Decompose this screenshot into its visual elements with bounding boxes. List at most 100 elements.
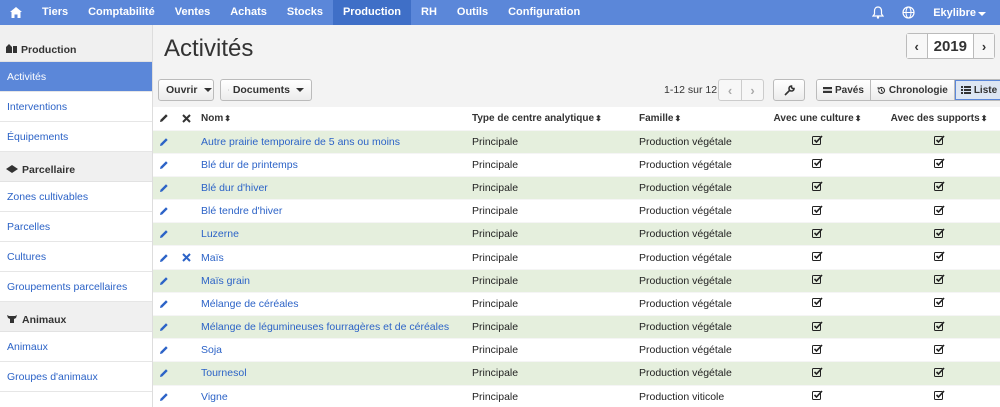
delete-cell [175,314,197,339]
nav-item-stocks[interactable]: Stocks [277,0,333,25]
sidebar-item[interactable]: Groupements parcellaires [0,272,152,302]
previous-page-button[interactable]: ‹ [719,80,741,100]
view-tiles-button[interactable]: Pavés [817,80,870,100]
sidebar-item[interactable]: Activités [0,62,152,92]
edit-icon[interactable] [157,345,171,355]
checked-box-icon [933,251,945,264]
land-icon [6,164,18,176]
with-support-cell [878,199,1000,223]
sidebar-item[interactable]: Animaux [0,332,152,362]
sidebar: Production Activités Interventions Équipeme… [0,25,153,407]
with-support-column-header[interactable]: Avec des supports⬍ [878,107,1000,130]
activity-name-link[interactable]: Autre prairie temporaire de 5 ans ou moi… [197,129,468,154]
sort-icon: ⬍ [980,113,988,123]
edit-icon[interactable] [157,229,171,239]
cost-center-cell: Principale [468,175,635,200]
cost-center-cell: Principale [468,361,635,386]
with-crop-column-header[interactable]: Avec une culture⬍ [757,107,878,130]
edit-icon[interactable] [157,160,171,170]
name-column-header[interactable]: Nom⬍ [197,107,468,130]
family-header-label: Famille [639,112,674,124]
view-timeline-button[interactable]: Chronologie [869,80,954,100]
chevron-right-icon: › [981,38,987,54]
nav-item-comptabilite[interactable]: Comptabilité [78,0,165,25]
edit-cell [153,222,175,246]
table-row: Blé tendre d'hiver Principale Production v… [153,199,1000,223]
activity-name-link[interactable]: Maïs [197,245,468,270]
table-row: Luzerne Principale Production végétale [153,222,1000,246]
sidebar-item[interactable]: Cultures [0,242,152,272]
close-icon [181,114,191,123]
edit-icon[interactable] [157,392,171,402]
pagination-info: 1-12 sur 12 [664,84,718,96]
chevron-down-icon [203,88,212,92]
edit-cell [153,175,175,200]
documents-button[interactable]: Documents [220,79,312,101]
table-row: Mélange de céréales Principale Production … [153,291,1000,316]
previous-year-button[interactable]: ‹ [906,34,927,58]
edit-cell [153,291,175,316]
delete-cell [175,152,197,177]
nav-item-ventes[interactable]: Ventes [165,0,220,25]
table-row: Soja Principale Production végétale [153,338,1000,362]
activities-table: Nom⬍ Type de centre analytique⬍ Famille⬍… [153,107,1000,407]
nav-item-outils[interactable]: Outils [447,0,498,25]
sidebar-item[interactable]: Parcelles [0,212,152,242]
pagination: ‹ › [718,79,764,101]
cost-center-cell: Principale [468,129,635,154]
checked-box-icon [933,181,945,194]
view-list-button[interactable]: Liste [953,80,1000,100]
chevron-left-icon: ‹ [914,38,919,54]
cost-center-cell: Principale [468,222,635,246]
activity-name-link[interactable]: Mélange de céréales [197,291,468,316]
edit-icon[interactable] [157,253,171,263]
activity-name-link[interactable]: Vigne [197,384,468,407]
activity-name-link[interactable]: Blé dur d'hiver [197,175,468,200]
bell-icon[interactable] [863,0,893,25]
sidebar-item[interactable]: Équipements [0,122,152,152]
delete-icon[interactable] [179,253,193,262]
settings-button[interactable] [773,79,805,101]
edit-icon[interactable] [157,368,171,378]
user-menu[interactable]: Ekylibre [923,7,1000,19]
with-crop-cell [757,129,878,154]
edit-icon[interactable] [157,276,171,286]
activity-name-link[interactable]: Tournesol [197,361,468,386]
activity-name-link[interactable]: Soja [197,338,468,362]
activity-name-link[interactable]: Blé tendre d'hiver [197,199,468,223]
sidebar-item[interactable]: Zones cultivables [0,182,152,212]
home-icon[interactable] [0,0,32,25]
nav-item-configuration[interactable]: Configuration [498,0,590,25]
nav-item-tiers[interactable]: Tiers [32,0,78,25]
nav-item-achats[interactable]: Achats [220,0,277,25]
next-year-button[interactable]: › [974,34,994,58]
year-selector: ‹ 2019 › [905,33,995,59]
activity-name-link[interactable]: Mélange de légumineuses fourragères et d… [197,314,468,339]
checked-box-icon [933,367,945,380]
open-button[interactable]: Ouvrir [158,79,214,101]
open-label: Ouvrir [166,84,198,96]
with-support-cell [878,361,1000,386]
sidebar-item[interactable]: Interventions [0,92,152,122]
cost-center-column-header[interactable]: Type de centre analytique⬍ [468,107,635,130]
activity-name-link[interactable]: Luzerne [197,222,468,246]
nav-item-production[interactable]: Production [332,0,412,25]
chevron-down-icon [978,11,986,16]
edit-icon[interactable] [157,206,171,216]
with-support-cell [878,268,1000,293]
nav-item-rh[interactable]: RH [411,0,447,25]
next-page-button[interactable]: › [741,80,763,100]
globe-icon[interactable] [893,0,923,25]
checked-box-icon [812,321,823,334]
edit-icon[interactable] [157,299,171,309]
with-crop-header-label: Avec une culture [773,112,854,124]
edit-icon[interactable] [157,322,171,332]
edit-icon[interactable] [157,137,171,147]
activity-name-link[interactable]: Blé dur de printemps [197,152,468,177]
family-column-header[interactable]: Famille⬍ [635,107,757,130]
edit-icon[interactable] [157,183,171,193]
sidebar-item[interactable]: Groupes d'animaux [0,362,152,392]
family-cell: Production végétale [635,338,757,362]
activity-name-link[interactable]: Maïs grain [197,268,468,293]
checked-box-icon [933,297,945,310]
